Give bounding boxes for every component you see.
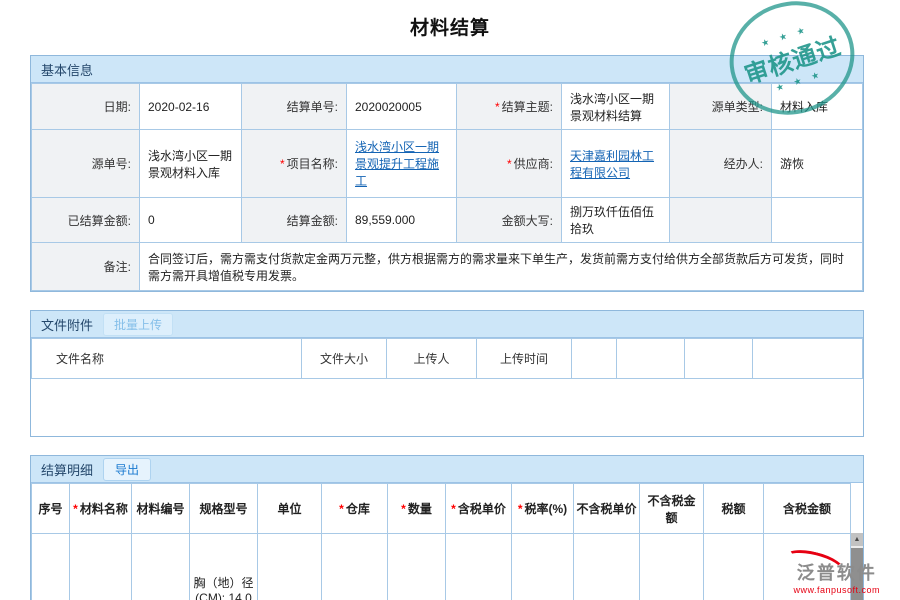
field-value-amount-words: 捌万玖仟伍佰伍拾玖 xyxy=(562,198,670,243)
settlement-detail-section: 结算明细 导出 序号 *材料名称 材料编号 规格型号 单位 *仓库 xyxy=(30,455,864,600)
cell-material-code xyxy=(132,534,190,600)
basic-info-header: 基本信息 xyxy=(31,56,863,83)
required-marker: * xyxy=(73,502,78,516)
cell-seq: 1 xyxy=(32,534,70,600)
field-value-settle-amount: 89,559.000 xyxy=(347,198,457,243)
attach-col-filesize: 文件大小 xyxy=(302,339,387,379)
field-value-remark: 合同签订后，需方需支付货款定金两万元整，供方根据需方的需求量来下单生产，发货前需… xyxy=(140,243,863,291)
vendor-logo-url: www.fanpusoft.com xyxy=(793,585,880,595)
col-header-spec: 规格型号 xyxy=(190,484,258,534)
basic-info-table: 日期: 2020-02-16 结算单号: 2020020005 *结算主题: 浅… xyxy=(31,83,863,291)
field-value-handler: 游恢 xyxy=(772,130,863,198)
field-label-settle-subject: *结算主题: xyxy=(457,84,562,130)
required-marker: * xyxy=(451,502,456,516)
cell-no-tax-amount: 810.26 xyxy=(640,534,704,600)
attachments-header: 文件附件 批量上传 xyxy=(31,311,863,338)
col-header-no-tax-price: 不含税单价 xyxy=(574,484,640,534)
attach-col-empty xyxy=(572,339,617,379)
basic-info-section: 基本信息 日期: 2020-02-16 结算单号: 2020020005 *结算… xyxy=(30,55,864,292)
main-content: 基本信息 日期: 2020-02-16 结算单号: 2020020005 *结算… xyxy=(30,55,864,600)
col-header-no-tax-amount: 不含税金额 xyxy=(640,484,704,534)
field-value-source-no: 浅水湾小区一期景观材料入库 xyxy=(140,130,242,198)
field-label-amount-words: 金额大写: xyxy=(457,198,562,243)
col-header-unit: 单位 xyxy=(258,484,322,534)
cell-warehouse: 一号仓库 xyxy=(322,534,388,600)
col-header-material-code: 材料编号 xyxy=(132,484,190,534)
field-label-source-type: 源单类型: xyxy=(670,84,772,130)
cell-no-tax-price: 67.52 xyxy=(574,534,640,600)
field-label-settle-amount: 结算金额: xyxy=(242,198,347,243)
vendor-logo: 泛普软件 www.fanpusoft.com xyxy=(793,559,880,595)
attach-col-empty xyxy=(617,339,685,379)
field-label-settled-amount: 已结算金额: xyxy=(32,198,140,243)
export-button[interactable]: 导出 xyxy=(103,458,151,481)
required-marker: * xyxy=(507,157,512,171)
field-label-date: 日期: xyxy=(32,84,140,130)
cell-unit: 株 xyxy=(258,534,322,600)
field-value-project-name: 浅水湾小区一期景观提升工程施工 xyxy=(347,130,457,198)
required-marker: * xyxy=(495,100,500,114)
attachments-section: 文件附件 批量上传 文件名称 文件大小 上传人 上传时间 xyxy=(30,310,864,437)
vendor-logo-name: 泛普软件 xyxy=(793,559,880,585)
col-header-total-with-tax: 含税金额 xyxy=(764,484,851,534)
attach-col-empty xyxy=(753,339,863,379)
settlement-detail-title: 结算明细 xyxy=(41,460,93,479)
field-label-empty xyxy=(670,198,772,243)
attach-col-empty xyxy=(685,339,753,379)
col-header-warehouse: *仓库 xyxy=(322,484,388,534)
field-value-settle-no: 2020020005 xyxy=(347,84,457,130)
field-value-supplier: 天津嘉利园林工程有限公司 xyxy=(562,130,670,198)
col-header-tax-rate: *税率(%) xyxy=(512,484,574,534)
attachments-title: 文件附件 xyxy=(41,315,93,334)
scrollbar-up-icon[interactable]: ▲ xyxy=(851,533,863,546)
cell-tax-price: 79.00 xyxy=(446,534,512,600)
attach-col-filename: 文件名称 xyxy=(32,339,302,379)
cell-quantity: 12.00 xyxy=(388,534,446,600)
field-label-project-name: *项目名称: xyxy=(242,130,347,198)
attachments-empty-area xyxy=(31,379,863,436)
required-marker: * xyxy=(401,502,406,516)
required-marker: * xyxy=(518,502,523,516)
field-value-empty xyxy=(772,198,863,243)
required-marker: * xyxy=(339,502,344,516)
col-header-quantity: *数量 xyxy=(388,484,446,534)
col-header-tax-amount: 税额 xyxy=(704,484,764,534)
supplier-link[interactable]: 天津嘉利园林工程有限公司 xyxy=(570,149,654,180)
required-marker: * xyxy=(280,157,285,171)
field-value-source-type: 材料入库 xyxy=(772,84,863,130)
col-header-material-name: *材料名称 xyxy=(70,484,132,534)
field-label-handler: 经办人: xyxy=(670,130,772,198)
cell-tax-amount xyxy=(704,534,764,600)
attach-col-uploader: 上传人 xyxy=(387,339,477,379)
attachments-table: 文件名称 文件大小 上传人 上传时间 xyxy=(31,338,863,379)
detail-table-row: 1 稠李 胸（地）径(CM): 14.0 高度(M): 5.0 冠幅(M* 株 … xyxy=(32,534,851,600)
field-label-settle-no: 结算单号: xyxy=(242,84,347,130)
attach-col-uploadtime: 上传时间 xyxy=(477,339,572,379)
cell-material-name: 稠李 xyxy=(70,534,132,600)
project-name-link[interactable]: 浅水湾小区一期景观提升工程施工 xyxy=(355,140,439,188)
batch-upload-button[interactable]: 批量上传 xyxy=(103,313,173,336)
field-value-date: 2020-02-16 xyxy=(140,84,242,130)
field-label-supplier: *供应商: xyxy=(457,130,562,198)
basic-info-title: 基本信息 xyxy=(41,60,93,79)
cell-spec: 胸（地）径(CM): 14.0 高度(M): 5.0 冠幅(M* xyxy=(190,534,258,600)
col-header-tax-price: *含税单价 xyxy=(446,484,512,534)
detail-table-wrap: 序号 *材料名称 材料编号 规格型号 单位 *仓库 *数量 *含税单价 *税率(… xyxy=(31,483,863,600)
col-header-seq: 序号 xyxy=(32,484,70,534)
field-label-remark: 备注: xyxy=(32,243,140,291)
field-value-settled-amount: 0 xyxy=(140,198,242,243)
settlement-detail-table: 序号 *材料名称 材料编号 规格型号 单位 *仓库 *数量 *含税单价 *税率(… xyxy=(31,483,851,600)
field-value-settle-subject: 浅水湾小区一期景观材料结算 xyxy=(562,84,670,130)
page-title: 材料结算 xyxy=(0,0,900,55)
field-label-source-no: 源单号: xyxy=(32,130,140,198)
settlement-detail-header: 结算明细 导出 xyxy=(31,456,863,483)
cell-tax-rate: 17.00 xyxy=(512,534,574,600)
